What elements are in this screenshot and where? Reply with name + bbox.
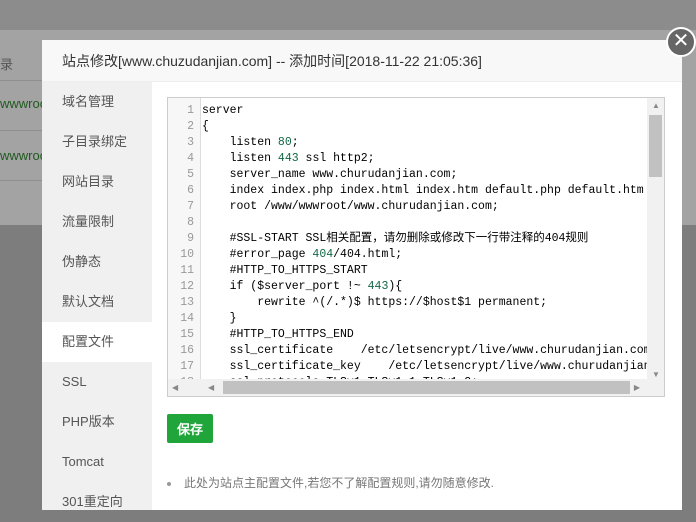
line-number: 17: [180, 360, 194, 373]
code-text: /404.html;: [333, 248, 403, 261]
code-number: 404: [312, 248, 334, 261]
line-number: 2: [187, 120, 194, 133]
line-number: 7: [187, 200, 194, 213]
note-text: 此处为站点主配置文件,若您不了解配置规则,请勿随意修改.: [184, 476, 495, 490]
code-text: root /www/wwwroot/www.churudanjian.com;: [202, 200, 499, 213]
code-text: }: [202, 312, 237, 325]
code-text: ssl http2;: [298, 152, 375, 165]
line-number: 1: [187, 104, 194, 117]
divider: [0, 180, 42, 181]
sidebar-item[interactable]: Tomcat: [42, 442, 152, 482]
scroll-left-icon[interactable]: ◀: [172, 383, 178, 392]
code-line: 5 server_name www.churudanjian.com;: [168, 167, 649, 183]
code-line: 6 index index.php index.html index.htm d…: [168, 183, 649, 199]
horizontal-scroll-thumb[interactable]: [223, 381, 630, 394]
dialog-title: 站点修改[www.chuzudanjian.com] -- 添加时间[2018-…: [42, 40, 682, 82]
horizontal-scrollbar[interactable]: ◀ ◀ ▶: [168, 379, 664, 396]
code-text: ssl_certificate_key /etc/letsencrypt/liv…: [229, 360, 649, 373]
header-fragment: 录: [0, 57, 14, 72]
divider: [0, 130, 42, 131]
code-text: listen: [202, 152, 278, 165]
sidebar-item[interactable]: PHP版本: [42, 402, 152, 442]
sidebar-item[interactable]: 配置文件: [42, 322, 152, 362]
code-number: 80: [277, 136, 292, 149]
code-text: index index.php index.html index.htm def…: [229, 184, 644, 197]
line-number: 3: [187, 136, 194, 149]
code-text: #HTTP_TO_HTTPS_START: [202, 264, 368, 277]
code-lines[interactable]: 1 server 2{3 listen 80; 4 listen 443 ssl ht…: [168, 103, 649, 381]
line-number: 13: [180, 296, 194, 309]
code-line: 4 listen 443 ssl http2;: [168, 151, 649, 167]
code-line: 15 #HTTP_TO_HTTPS_END: [168, 327, 649, 343]
vertical-scroll-thumb[interactable]: [649, 115, 662, 177]
code-line: 1 server: [168, 103, 649, 119]
line-number: 15: [180, 328, 194, 341]
line-number: 5: [187, 168, 194, 181]
divider: [0, 80, 42, 81]
config-note: 此处为站点主配置文件,若您不了解配置规则,请勿随意修改.: [167, 474, 494, 491]
sidebar-item[interactable]: 伪静态: [42, 242, 152, 282]
scroll-right-icon[interactable]: ▶: [634, 383, 640, 392]
site-edit-dialog: 站点修改[www.chuzudanjian.com] -- 添加时间[2018-…: [42, 40, 682, 510]
config-editor[interactable]: 1 server 2{3 listen 80; 4 listen 443 ssl ht…: [167, 97, 665, 397]
code-number: 443: [367, 280, 389, 293]
code-line: 9 #SSL-START SSL相关配置，请勿删除或修改下一行带注释的404规则: [168, 231, 649, 247]
line-number: 14: [180, 312, 194, 325]
code-text: if ($server_port !~: [202, 280, 368, 293]
line-number: 4: [187, 152, 194, 165]
sidebar-item[interactable]: 域名管理: [42, 82, 152, 122]
code-line: 10 #error_page 404/404.html;: [168, 247, 649, 263]
line-number: 16: [180, 344, 194, 357]
scroll-up-icon[interactable]: ▲: [652, 101, 660, 110]
code-text: #SSL-START SSL相关配置，请勿删除或修改下一行带注释的404规则: [202, 232, 589, 245]
scroll-down-icon[interactable]: ▼: [652, 370, 660, 379]
sidebar-item[interactable]: 流量限制: [42, 202, 152, 242]
close-icon[interactable]: ✕: [666, 27, 696, 57]
code-line: 12 if ($server_port !~ 443){: [168, 279, 649, 295]
line-number: 10: [180, 248, 194, 261]
code-text: listen: [202, 136, 278, 149]
code-text: ;: [291, 136, 299, 149]
code-text: #HTTP_TO_HTTPS_END: [202, 328, 354, 341]
sidebar-item[interactable]: 子目录绑定: [42, 122, 152, 162]
code-line: 3 listen 80;: [168, 135, 649, 151]
vertical-scrollbar[interactable]: ▲ ▼: [647, 98, 664, 381]
code-text: rewrite ^(/.*)$ https://$host$1 permanen…: [202, 296, 548, 309]
code-line: 17 ssl_certificate_key /etc/letsencrypt/…: [168, 359, 649, 375]
scroll-left-icon[interactable]: ◀: [208, 383, 214, 392]
code-text: server_name www.churudanjian.com;: [202, 168, 458, 181]
code-line: 8: [168, 215, 649, 231]
dialog-sidebar: 域名管理 子目录绑定 网站目录 流量限制 伪静态 默认文档 配置文件 SSL PHP版本 Tomc…: [42, 82, 152, 510]
line-number: 12: [180, 280, 194, 293]
bullet-icon: [167, 481, 171, 486]
code-line: 13 rewrite ^(/.*)$ https://$host$1 perma…: [168, 295, 649, 311]
code-text: {: [202, 120, 209, 133]
save-button[interactable]: 保存: [167, 414, 213, 443]
code-line: 14 }: [168, 311, 649, 327]
code-number: 443: [277, 152, 299, 165]
code-text: ssl_certificate /etc/letsencrypt/live/ww…: [229, 344, 649, 357]
code-line: 11 #HTTP_TO_HTTPS_START: [168, 263, 649, 279]
code-line: 2{: [168, 119, 649, 135]
sidebar-item[interactable]: 默认文档: [42, 282, 152, 322]
sidebar-item[interactable]: SSL: [42, 362, 152, 402]
page-header-bg: [0, 0, 696, 30]
sidebar-item[interactable]: 301重定向: [42, 482, 152, 522]
sidebar-item[interactable]: 网站目录: [42, 162, 152, 202]
code-text: server: [202, 104, 244, 117]
path-fragment: wwwroot: [0, 96, 42, 111]
path-fragment: wwwroot: [0, 148, 42, 163]
line-number: 11: [180, 264, 194, 277]
line-number: 8: [187, 216, 194, 229]
code-text: ){: [388, 280, 403, 293]
code-line: 7 root /www/wwwroot/www.churudanjian.com…: [168, 199, 649, 215]
code-text: #error_page: [202, 248, 313, 261]
code-line: 16 ssl_certificate /etc/letsencrypt/live…: [168, 343, 649, 359]
line-number: 6: [187, 184, 194, 197]
line-number: 9: [187, 232, 194, 245]
